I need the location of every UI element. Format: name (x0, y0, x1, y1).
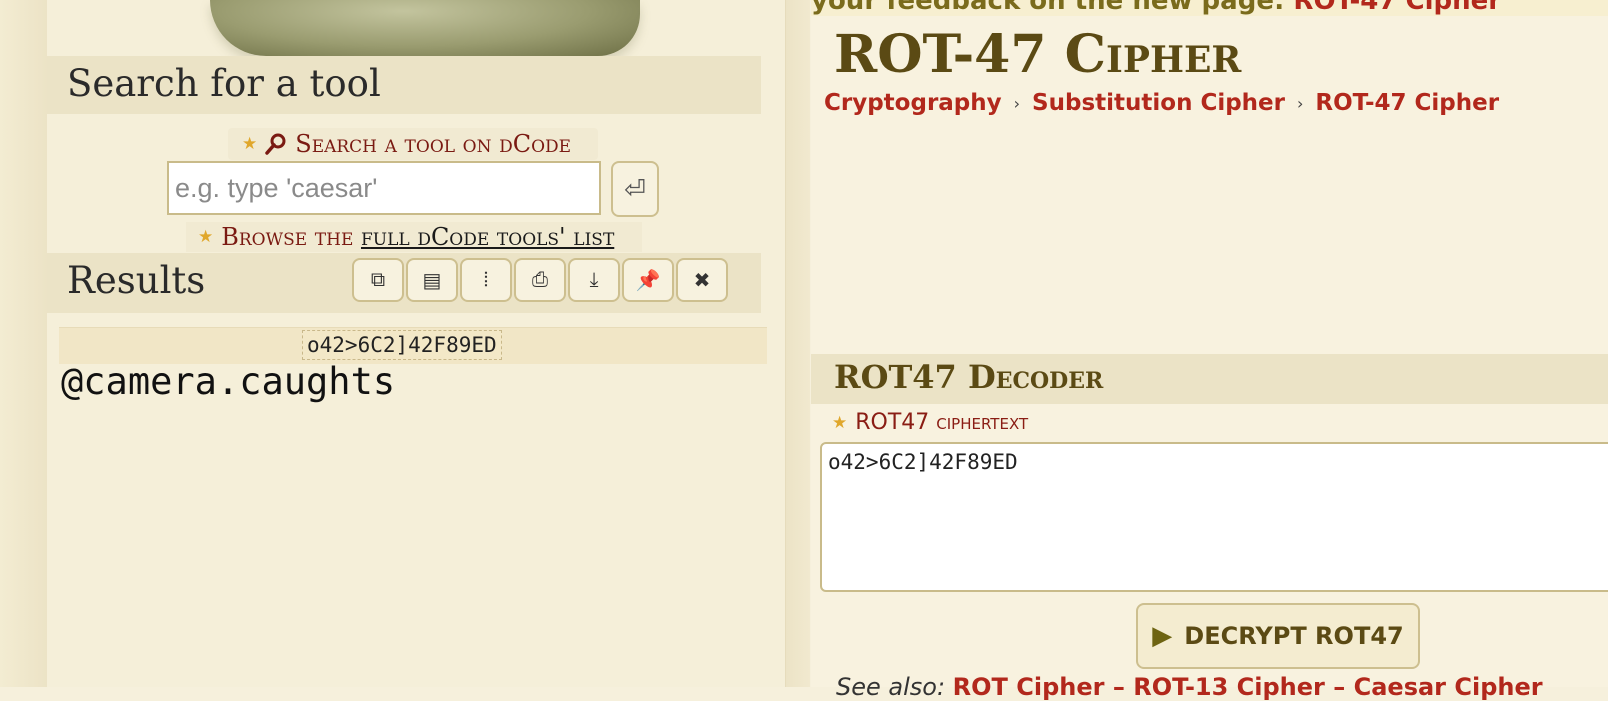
decrypt-button[interactable]: ▶ DECRYPT ROT47 (1136, 603, 1420, 669)
breadcrumb-cryptography[interactable]: Cryptography (824, 90, 1002, 116)
breadcrumb-separator: › (1013, 93, 1021, 113)
ciphertext-label: ROT47 ciphertext (855, 410, 1029, 435)
star-icon: ★ (198, 227, 214, 246)
full-tools-list-link[interactable]: full dCode tools' list (361, 223, 614, 251)
play-icon: ▶ (1152, 621, 1173, 651)
see-also-row: See also: ROT Cipher – ROT-13 Cipher – C… (836, 673, 1543, 701)
page-title: ROT-47 Cipher (834, 24, 1241, 85)
column-gutter (786, 0, 810, 687)
copy-button[interactable]: ⧉ (352, 258, 404, 302)
page-title-text: ROT-47 Cipher (834, 24, 1242, 85)
see-also-rot13[interactable]: ROT-13 Cipher (1133, 673, 1325, 701)
ad-space (811, 132, 1608, 352)
search-section-title: Search for a tool (67, 62, 381, 105)
see-also-caesar[interactable]: Caesar Cipher (1354, 673, 1543, 701)
enter-return-icon: ⏎ (624, 173, 646, 204)
browse-label: Browse the full dCode tools' list (221, 223, 614, 251)
browse-prefix: Browse the (221, 223, 361, 251)
see-also-label: See also: (836, 673, 953, 701)
download-button[interactable]: ⤓ (568, 258, 620, 302)
ciphertext-input[interactable] (820, 442, 1608, 592)
ciphertext-label-row: ★ ROT47 ciphertext (832, 410, 1028, 435)
result-ciphertext-chip[interactable]: o42>6C2]42F89ED (302, 330, 502, 360)
feedback-banner[interactable]: your feedback on the new page: ROT-47 Ci… (811, 0, 1608, 16)
copy-alt-icon: ▤ (422, 269, 442, 292)
result-plaintext: @camera.caughts (61, 360, 396, 403)
breadcrumb-separator: › (1297, 93, 1304, 113)
columns-button[interactable]: ⦙ (460, 258, 512, 302)
dcode-logo-image[interactable] (210, 0, 640, 56)
see-also-rot[interactable]: ROT Cipher (953, 673, 1105, 701)
print-icon: ⎙ (532, 268, 548, 291)
pin-icon: 📌 (635, 269, 661, 292)
print-button[interactable]: ⎙ (514, 258, 566, 302)
decrypt-button-label: DECRYPT ROT47 (1184, 622, 1404, 650)
close-button[interactable]: ✖ (676, 258, 728, 302)
search-tool-link-row[interactable]: ★ Search a tool on dCode (228, 128, 598, 160)
download-icon: ⤓ (589, 268, 599, 291)
star-icon: ★ (242, 134, 258, 153)
copy-icon: ⧉ (370, 268, 386, 291)
search-tool-link[interactable]: Search a tool on dCode (295, 130, 571, 158)
decoder-title: ROT47 Decoder (834, 358, 1104, 396)
breadcrumb: Cryptography › Substitution Cipher › ROT… (824, 90, 1499, 116)
breadcrumb-rot47-cipher[interactable]: ROT-47 Cipher (1315, 90, 1499, 116)
search-submit-button[interactable]: ⏎ (611, 161, 659, 217)
magnifier-icon (265, 133, 287, 155)
results-section-title: Results (67, 259, 206, 302)
close-icon: ✖ (693, 269, 711, 292)
breadcrumb-substitution-cipher[interactable]: Substitution Cipher (1032, 90, 1285, 116)
search-input[interactable] (167, 161, 601, 215)
results-toolbar: ⧉ ▤ ⦙ ⎙ ⤓ 📌 ✖ (352, 258, 728, 302)
feedback-prefix: your feedback on the new page: (811, 0, 1294, 16)
browse-tools-row[interactable]: ★ Browse the full dCode tools' list (186, 222, 642, 252)
columns-icon: ⦙ (483, 268, 489, 291)
copy-alt-button[interactable]: ▤ (406, 258, 458, 302)
feedback-page: ROT-47 Cipher (1293, 0, 1502, 16)
left-margin (0, 0, 47, 687)
pin-button[interactable]: 📌 (622, 258, 674, 302)
star-icon: ★ (832, 412, 848, 432)
